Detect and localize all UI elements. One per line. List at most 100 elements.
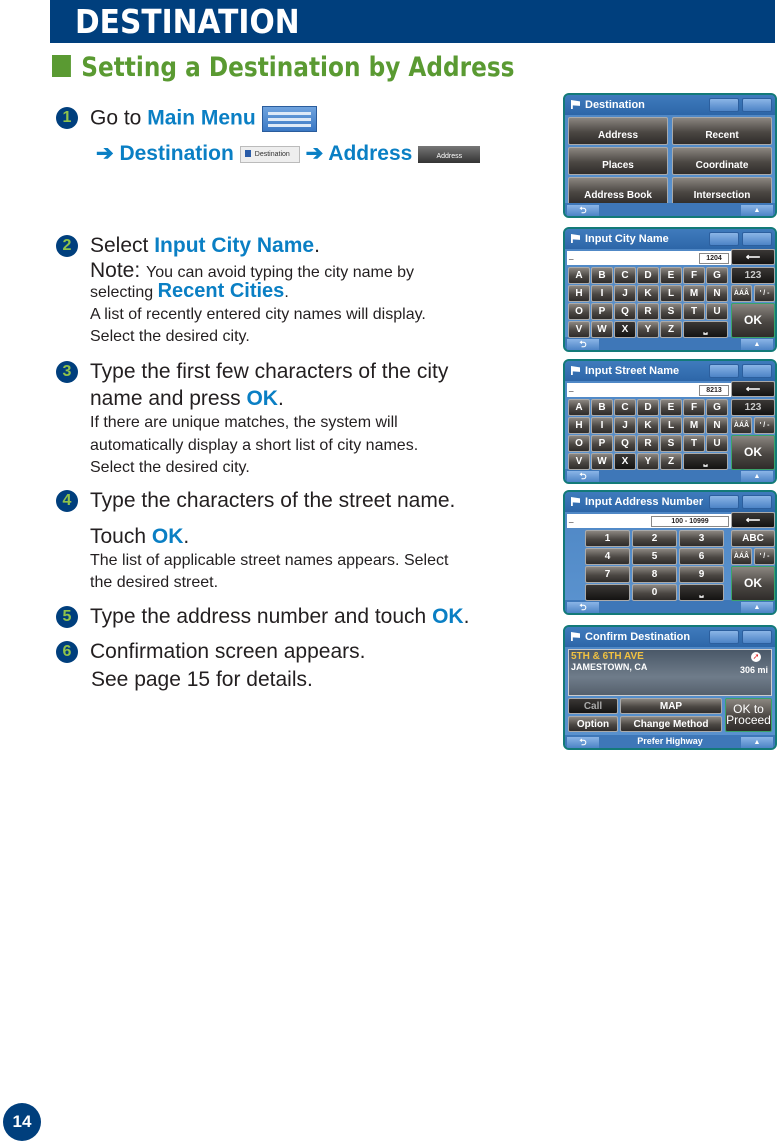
key-s[interactable]: S [660,303,682,320]
key-m[interactable]: M [683,417,705,434]
menu-button[interactable] [742,232,772,246]
up-button[interactable]: ▲ [741,602,773,613]
key-o[interactable]: O [568,303,590,320]
symbol-key[interactable]: ' / - [754,417,775,434]
change-method-button[interactable]: Change Method [620,716,722,732]
key-v[interactable]: V [568,453,590,470]
key-4[interactable]: 4 [585,548,630,565]
ok-to-proceed-button[interactable]: OK to Proceed [725,698,772,732]
key-r[interactable]: R [637,435,659,452]
key-i[interactable]: I [591,417,613,434]
key-l[interactable]: L [660,285,682,302]
key-1[interactable]: 1 [585,530,630,547]
number-mode-key[interactable]: 123 [731,267,775,284]
back-button[interactable]: ⮌ [567,471,599,482]
key-x[interactable]: X [614,453,636,470]
key-p[interactable]: P [591,303,613,320]
destination-option-button[interactable]: Address [568,117,668,145]
back-button[interactable]: ⮌ [567,205,599,216]
key-0[interactable]: 0 [632,584,677,601]
key-t[interactable]: T [683,435,705,452]
key-q[interactable]: Q [614,435,636,452]
key-j[interactable]: J [614,417,636,434]
key-9[interactable]: 9 [679,566,724,583]
symbol-key[interactable]: ' / - [754,285,775,302]
key-x[interactable]: X [614,321,636,338]
menu-button[interactable] [742,495,772,509]
key-g[interactable]: G [706,267,728,284]
menu-button[interactable] [742,630,772,644]
destination-option-button[interactable]: Coordinate [672,147,772,175]
key-f[interactable]: F [683,267,705,284]
key-z[interactable]: Z [660,321,682,338]
ok-key[interactable]: OK [731,435,775,470]
window-button[interactable] [709,364,739,378]
key-z[interactable]: Z [660,453,682,470]
backspace-key[interactable]: ⟵ [731,381,775,397]
up-button[interactable]: ▲ [741,471,773,482]
key-d[interactable]: D [637,267,659,284]
key-e[interactable]: E [660,267,682,284]
key-6[interactable]: 6 [679,548,724,565]
key-g[interactable]: G [706,399,728,416]
key-n[interactable]: N [706,417,728,434]
key-3[interactable]: 3 [679,530,724,547]
key-p[interactable]: P [591,435,613,452]
key-b[interactable]: B [591,399,613,416]
key-h[interactable]: H [568,417,590,434]
space-key[interactable]: ⎵ [683,321,728,338]
up-button[interactable]: ▲ [741,737,773,748]
key-h[interactable]: H [568,285,590,302]
key-r[interactable]: R [637,303,659,320]
key-u[interactable]: U [706,303,728,320]
key-t[interactable]: T [683,303,705,320]
key-a[interactable]: A [568,399,590,416]
number-mode-key[interactable]: 123 [731,399,775,416]
destination-option-button[interactable]: Places [568,147,668,175]
key-i[interactable]: I [591,285,613,302]
key-q[interactable]: Q [614,303,636,320]
key-n[interactable]: N [706,285,728,302]
key-c[interactable]: C [614,399,636,416]
key-5[interactable]: 5 [632,548,677,565]
window-button[interactable] [709,232,739,246]
key-k[interactable]: K [637,285,659,302]
key-l[interactable]: L [660,417,682,434]
key-j[interactable]: J [614,285,636,302]
key-u[interactable]: U [706,435,728,452]
back-button[interactable]: ⮌ [567,339,599,350]
key-y[interactable]: Y [637,453,659,470]
ok-key[interactable]: OK [731,566,775,601]
key-k[interactable]: K [637,417,659,434]
ok-key[interactable]: OK [731,303,775,338]
route-preference[interactable]: Prefer Highway [637,736,703,746]
menu-button[interactable] [742,364,772,378]
destination-option-button[interactable]: Address Book [568,177,668,205]
backspace-key[interactable]: ⟵ [731,249,775,265]
key-c[interactable]: C [614,267,636,284]
key-8[interactable]: 8 [632,566,677,583]
back-button[interactable]: ⮌ [567,737,599,748]
key-b[interactable]: B [591,267,613,284]
accent-key[interactable]: ÀÁÂ [731,548,752,565]
space-key[interactable]: ⎵ [679,584,724,601]
map-button[interactable]: MAP [620,698,722,714]
key-7[interactable]: 7 [585,566,630,583]
symbol-key[interactable]: ' / - [754,548,775,565]
key-d[interactable]: D [637,399,659,416]
back-button[interactable]: ⮌ [567,602,599,613]
key-a[interactable]: A [568,267,590,284]
accent-key[interactable]: ÀÁÂ [731,285,752,302]
key-f[interactable]: F [683,399,705,416]
up-button[interactable]: ▲ [741,205,773,216]
key-e[interactable]: E [660,399,682,416]
key-2[interactable]: 2 [632,530,677,547]
destination-option-button[interactable]: Intersection [672,177,772,205]
key-v[interactable]: V [568,321,590,338]
key-y[interactable]: Y [637,321,659,338]
option-button[interactable]: Option [568,716,618,732]
letter-mode-key[interactable]: ABC [731,530,775,547]
menu-button[interactable] [742,98,772,112]
up-button[interactable]: ▲ [741,339,773,350]
call-button[interactable]: Call [568,698,618,714]
